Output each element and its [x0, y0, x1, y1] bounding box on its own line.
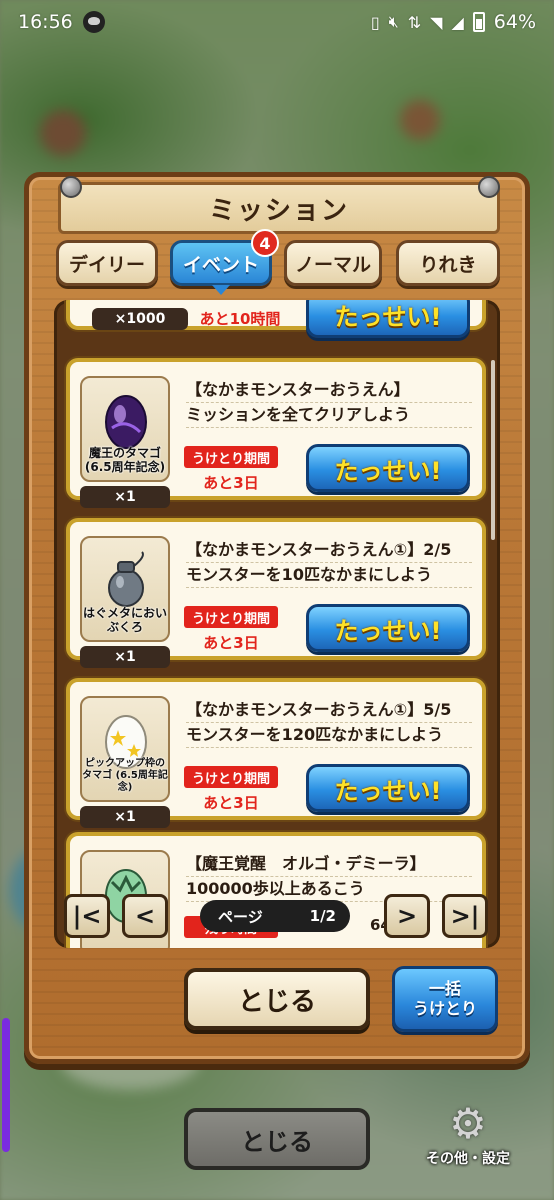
- underlying-close-button[interactable]: とじる: [184, 1108, 370, 1170]
- bulk-receive-button[interactable]: 一括 うけとり: [392, 966, 498, 1032]
- mission-description: 【なかまモンスターおうえん①】5/5 モンスターを120匹なかまにしよう: [186, 698, 472, 748]
- data-icon: ⇅: [407, 12, 422, 32]
- remaining-time: あと3日: [203, 794, 259, 812]
- mission-description: 【なかまモンスターおうえん】 ミッションを全てクリアしよう: [186, 378, 472, 428]
- achieve-button[interactable]: たっせい!: [306, 764, 470, 812]
- mission-title: 【魔王覚醒 オルゴ・デミーラ】: [186, 852, 472, 877]
- tab-event-badge: 4: [251, 229, 279, 257]
- tab-normal-label: ノーマル: [294, 253, 371, 276]
- sim-icon: ▯: [370, 12, 380, 32]
- tab-daily-label: デイリー: [68, 253, 145, 276]
- next-page-button[interactable]: >: [384, 894, 430, 938]
- underlying-close-label: とじる: [241, 1127, 313, 1156]
- receive-period-badge: うけとり期間: [184, 766, 278, 788]
- dialog-title: ミッション: [58, 182, 500, 234]
- reward-quantity: ×1000: [92, 308, 188, 330]
- mission-title: 【なかまモンスターおうえん①】5/5: [186, 698, 472, 723]
- tab-history-label: りれき: [419, 253, 477, 276]
- battery-icon: [472, 12, 485, 32]
- pin-right-icon: [478, 176, 500, 198]
- achieve-button[interactable]: たっせい!: [306, 604, 470, 652]
- page-label: ページ: [218, 907, 263, 926]
- page-indicator: ページ 1/2: [200, 900, 350, 932]
- remaining-time: あと10時間: [199, 310, 281, 328]
- reward-item-name: ピックアップ枠のタマゴ (6.5周年記念): [82, 758, 168, 793]
- first-page-button[interactable]: |<: [64, 894, 110, 938]
- signal-icon: ◢: [451, 12, 464, 32]
- status-time: 16:56: [18, 11, 73, 33]
- reward-thumbnail: はぐメタにおいぶくろ: [80, 536, 170, 642]
- mission-list[interactable]: ×1000 あと10時間 たっせい! 魔王のタマゴ (6.5周年記念) ×1 【…: [54, 300, 500, 948]
- close-button-label: とじる: [237, 986, 316, 1017]
- mission-card: 魔王のタマゴ (6.5周年記念) ×1 【なかまモンスターおうえん】 ミッション…: [66, 358, 486, 508]
- reward-thumbnail: 魔王のタマゴ (6.5周年記念): [80, 376, 170, 482]
- mission-card-partial-top: ×1000 あと10時間 たっせい!: [66, 300, 486, 338]
- reward-quantity: ×1: [80, 806, 170, 828]
- wifi-icon: ◥: [430, 12, 443, 32]
- mission-card: ピックアップ枠のタマゴ (6.5周年記念) ×1 【なかまモンスターおうえん①】…: [66, 678, 486, 828]
- receive-period-badge: うけとり期間: [184, 606, 278, 628]
- mission-detail: モンスターを10匹なかまにしよう: [186, 563, 472, 588]
- bulk-receive-label-2: うけとり: [412, 999, 477, 1018]
- reward-thumbnail: ピックアップ枠のタマゴ (6.5周年記念): [80, 696, 170, 802]
- prev-page-button[interactable]: <: [122, 894, 168, 938]
- achieve-button[interactable]: たっせい!: [306, 444, 470, 492]
- demon-egg-icon: [105, 395, 147, 449]
- page-value: 1/2: [309, 907, 336, 925]
- receive-period-badge: うけとり期間: [184, 446, 278, 468]
- bulk-receive-label-1: 一括: [428, 979, 461, 998]
- achieve-button[interactable]: たっせい!: [306, 300, 470, 338]
- mute-icon: 🔇︎: [388, 12, 399, 31]
- gear-icon: ⚙: [449, 1099, 487, 1148]
- reward-quantity: ×1: [80, 646, 170, 668]
- last-page-button[interactable]: >|: [442, 894, 488, 938]
- remaining-time: あと3日: [203, 474, 259, 492]
- settings-label: その他・設定: [426, 1151, 510, 1167]
- reward-quantity: ×1: [80, 486, 170, 508]
- tab-history[interactable]: りれき: [396, 240, 500, 286]
- mission-detail: モンスターを120匹なかまにしよう: [186, 723, 472, 748]
- status-bar: 16:56 ▯ 🔇︎ ⇅ ◥ ◢ 64%: [0, 0, 554, 44]
- mission-description: 【魔王覚醒 オルゴ・デミーラ】 100000歩以上あるこう: [186, 852, 472, 902]
- dialog-title-text: ミッション: [208, 195, 349, 226]
- tab-event[interactable]: イベント 4: [170, 229, 279, 295]
- app-notification-icon: [82, 11, 105, 33]
- tab-normal[interactable]: ノーマル: [284, 240, 382, 286]
- battery-percent: 64%: [493, 11, 536, 33]
- mission-title: 【なかまモンスターおうえん】: [186, 378, 472, 403]
- reward-item-name: はぐメタにおいぶくろ: [82, 606, 167, 634]
- reward-item-name: 魔王のタマゴ (6.5周年記念): [84, 446, 166, 474]
- close-button[interactable]: とじる: [184, 968, 370, 1030]
- list-scrollbar[interactable]: [491, 360, 495, 540]
- mission-detail: ミッションを全てクリアしよう: [186, 403, 472, 428]
- settings-button[interactable]: ⚙ その他・設定: [420, 1100, 516, 1180]
- side-scroll-indicator: [2, 1018, 10, 1152]
- scent-pouch-icon: [108, 551, 144, 607]
- mission-card: はぐメタにおいぶくろ ×1 【なかまモンスターおうえん①】2/5 モンスターを1…: [66, 518, 486, 668]
- mission-description: 【なかまモンスターおうえん①】2/5 モンスターを10匹なかまにしよう: [186, 538, 472, 588]
- remaining-time: あと3日: [203, 634, 259, 652]
- pin-left-icon: [60, 176, 82, 198]
- tab-event-label: イベント: [182, 253, 259, 276]
- tab-daily[interactable]: デイリー: [56, 240, 158, 286]
- mission-title: 【なかまモンスターおうえん①】2/5: [186, 538, 472, 563]
